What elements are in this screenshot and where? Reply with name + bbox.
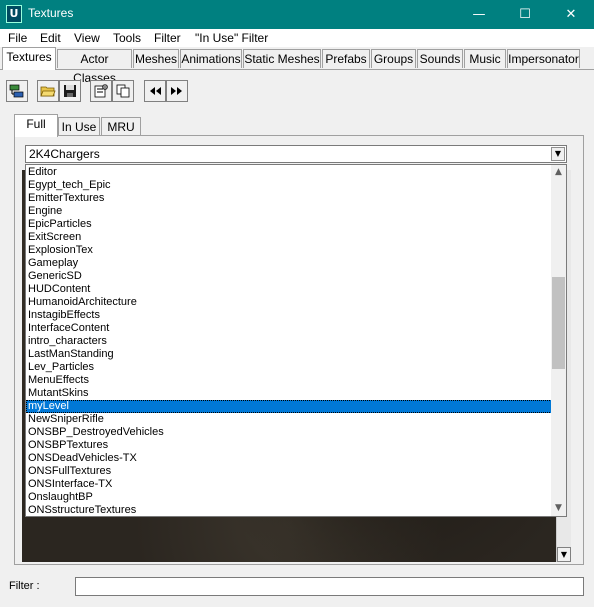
subtab-mru[interactable]: MRU xyxy=(101,117,141,136)
package-combo-value: 2K4Chargers xyxy=(29,147,100,161)
list-item[interactable]: Editor xyxy=(26,166,552,179)
list-item[interactable]: ExitScreen xyxy=(26,231,552,244)
title-bar: U Textures — ☐ ✕ xyxy=(0,0,594,29)
menu-in-use-filter[interactable]: "In Use" Filter xyxy=(195,31,268,45)
scroll-down-icon[interactable]: ▼ xyxy=(551,501,566,516)
next-icon[interactable] xyxy=(166,80,188,102)
menu-view[interactable]: View xyxy=(74,31,100,45)
tab-static-meshes[interactable]: Static Meshes xyxy=(243,49,321,68)
list-item[interactable]: InstagibEffects xyxy=(26,309,552,322)
list-item[interactable]: ONSDeadVehicles-TX xyxy=(26,452,552,465)
list-item[interactable]: MenuEffects xyxy=(26,374,552,387)
list-item[interactable]: InterfaceContent xyxy=(26,322,552,335)
window-title: Textures xyxy=(28,6,74,20)
tab-meshes[interactable]: Meshes xyxy=(133,49,179,68)
list-item[interactable]: HumanoidArchitecture xyxy=(26,296,552,309)
list-item[interactable]: MutantSkins xyxy=(26,387,552,400)
copy-icon[interactable] xyxy=(112,80,134,102)
tab-actor-classes[interactable]: Actor Classes xyxy=(57,49,132,85)
subtab-full[interactable]: Full xyxy=(14,114,58,137)
open-folder-icon[interactable] xyxy=(37,80,59,102)
list-item[interactable]: HUDContent xyxy=(26,283,552,296)
save-icon[interactable] xyxy=(59,80,81,102)
tab-groups[interactable]: Groups xyxy=(371,49,416,68)
list-item[interactable]: EpicParticles xyxy=(26,218,552,231)
filter-input[interactable] xyxy=(75,577,584,596)
list-item[interactable]: ONSFullTextures xyxy=(26,465,552,478)
maximize-button[interactable]: ☐ xyxy=(502,0,548,29)
menu-edit[interactable]: Edit xyxy=(40,31,61,45)
list-item[interactable]: Lev_Particles xyxy=(26,361,552,374)
menu-tools[interactable]: Tools xyxy=(113,31,141,45)
scrollbar-thumb[interactable] xyxy=(552,277,565,369)
list-item[interactable]: ONSInterface-TX xyxy=(26,478,552,491)
list-item[interactable]: EmitterTextures xyxy=(26,192,552,205)
minimize-button[interactable]: — xyxy=(456,0,502,29)
tab-prefabs[interactable]: Prefabs xyxy=(322,49,370,68)
list-item[interactable]: myLevel xyxy=(26,400,552,413)
previous-icon[interactable] xyxy=(144,80,166,102)
tab-sounds[interactable]: Sounds xyxy=(417,49,463,68)
list-item[interactable]: ONSBP_DestroyedVehicles xyxy=(26,426,552,439)
scroll-down-icon[interactable]: ▼ xyxy=(557,547,571,562)
tab-impersonator[interactable]: Impersonator xyxy=(507,49,580,68)
close-button[interactable]: ✕ xyxy=(548,0,594,29)
list-item[interactable]: Engine xyxy=(26,205,552,218)
list-item[interactable]: Egypt_tech_Epic xyxy=(26,179,552,192)
filter-label: Filter : xyxy=(9,580,40,592)
tab-textures[interactable]: Textures xyxy=(2,47,56,70)
unreal-app-icon: U xyxy=(6,5,22,23)
tab-divider xyxy=(0,69,594,70)
dropdown-scrollbar[interactable]: ▲ ▼ xyxy=(551,165,566,516)
list-item[interactable]: ONSstructureTextures xyxy=(26,504,552,517)
list-item[interactable]: ExplosionTex xyxy=(26,244,552,257)
sync-icon[interactable] xyxy=(6,80,28,102)
chevron-down-icon[interactable]: ▼ xyxy=(551,147,565,161)
menu-filter[interactable]: Filter xyxy=(154,31,181,45)
list-item[interactable]: NewSniperRifle xyxy=(26,413,552,426)
tab-animations[interactable]: Animations xyxy=(180,49,242,68)
properties-icon[interactable] xyxy=(90,80,112,102)
list-item[interactable]: ONSBPTextures xyxy=(26,439,552,452)
package-combo[interactable]: 2K4Chargers ▼ xyxy=(25,145,567,163)
list-item[interactable]: intro_characters xyxy=(26,335,552,348)
menu-bar: File Edit View Tools Filter "In Use" Fil… xyxy=(0,29,594,47)
list-item[interactable]: GenericSD xyxy=(26,270,552,283)
browser-tabs: Textures Actor Classes Meshes Animations… xyxy=(0,47,594,85)
scroll-up-icon[interactable]: ▲ xyxy=(551,165,566,180)
subtab-in-use[interactable]: In Use xyxy=(58,117,100,136)
menu-file[interactable]: File xyxy=(8,31,27,45)
tab-music[interactable]: Music xyxy=(464,49,506,68)
list-item[interactable]: Gameplay xyxy=(26,257,552,270)
list-item[interactable]: OnslaughtBP xyxy=(26,491,552,504)
list-item[interactable]: LastManStanding xyxy=(26,348,552,361)
package-dropdown-list[interactable]: Editor Egypt_tech_Epic EmitterTextures Engi… xyxy=(25,164,567,517)
